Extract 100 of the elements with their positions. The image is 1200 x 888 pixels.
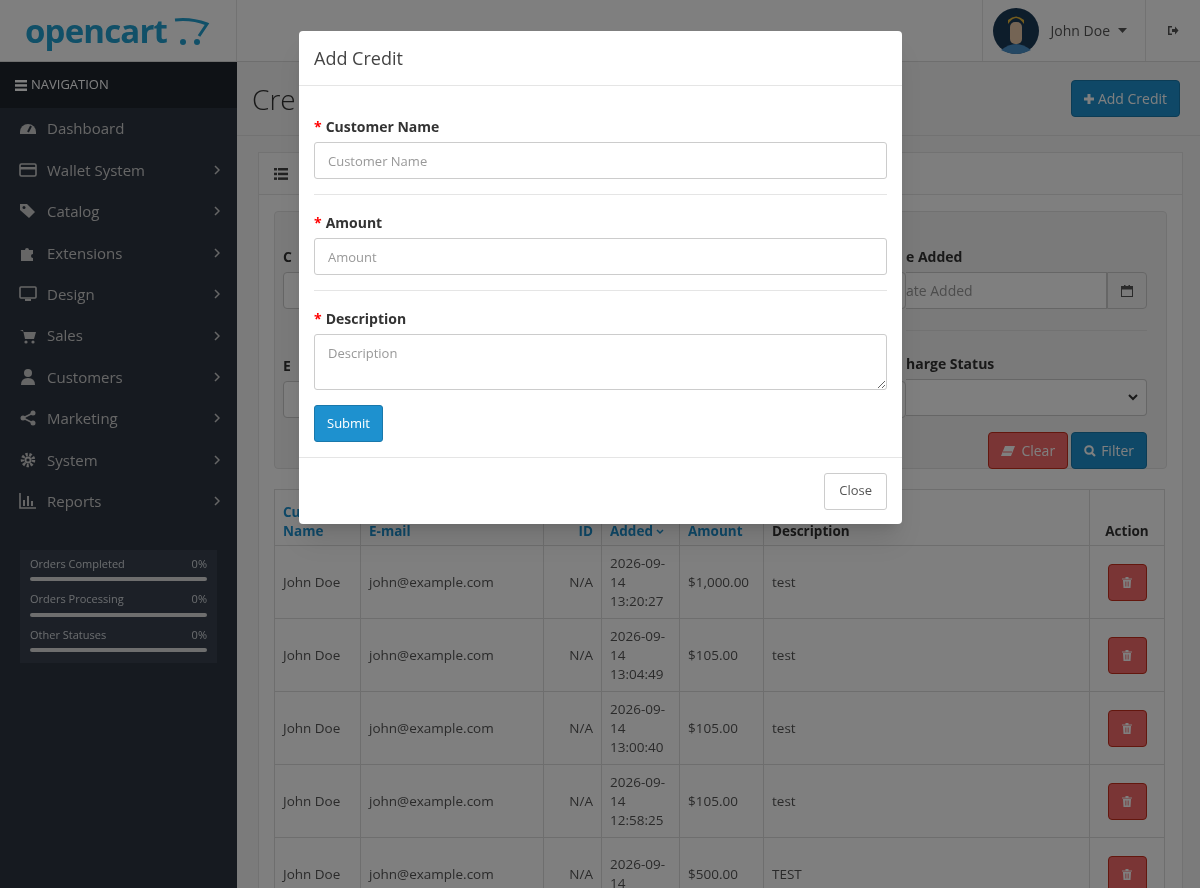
close-button[interactable]: Close: [824, 472, 887, 510]
delete-button[interactable]: [1107, 782, 1147, 820]
page-title: Cre: [252, 78, 296, 120]
bar-chart-icon: [19, 492, 37, 511]
delete-button[interactable]: [1107, 636, 1147, 674]
chevron-down-icon: [655, 528, 664, 535]
stat-value: 0%: [191, 626, 207, 644]
table-cell: test: [772, 645, 796, 664]
table-cell: john@example.com: [369, 718, 494, 737]
calendar-button[interactable]: [1107, 272, 1147, 309]
menu-icon: [15, 79, 27, 91]
sidebar-item[interactable]: Design: [0, 273, 237, 315]
filter-label: e Added: [906, 246, 963, 268]
sidebar-item[interactable]: Customers: [0, 356, 237, 398]
sidebar-item[interactable]: Extensions: [0, 232, 237, 274]
clear-button[interactable]: Clear: [988, 432, 1069, 469]
filter-button[interactable]: Filter: [1071, 432, 1147, 469]
table-cell: $105.00: [688, 791, 738, 810]
trash-icon: [1122, 868, 1132, 880]
dialog-title: Add Credit: [314, 44, 403, 72]
table-cell: TEST: [772, 864, 802, 883]
column-header: Description: [772, 522, 850, 540]
credit-card-icon: [19, 161, 37, 180]
table-cell: $105.00: [688, 645, 738, 664]
trash-icon: [1122, 649, 1132, 661]
user-icon: [19, 368, 37, 387]
trash-icon: [1122, 722, 1132, 734]
field-label: Amount: [325, 212, 383, 233]
sidebar-item[interactable]: Wallet System: [0, 149, 237, 191]
stat-label: Other Statuses: [30, 626, 107, 644]
table-cell: John Doe: [283, 864, 341, 883]
table-cell: john@example.com: [369, 864, 494, 883]
filter-label: C: [283, 246, 292, 268]
plus-icon: [1083, 93, 1094, 104]
add-credit-button[interactable]: Add Credit: [1070, 80, 1180, 117]
search-icon: [1084, 444, 1097, 457]
table-cell: john@example.com: [369, 572, 494, 591]
field-label: Description: [325, 308, 407, 329]
sidebar-item[interactable]: Marketing: [0, 397, 237, 440]
user-menu[interactable]: John Doe: [1050, 20, 1135, 41]
settings-icon: [19, 450, 37, 469]
table-cell: test: [772, 718, 796, 737]
table-cell: test: [772, 791, 796, 810]
table-cell-text: 2026-09-14 13:20:27: [610, 553, 666, 611]
table-cell: $1,000.00: [688, 572, 750, 591]
list-icon: [274, 167, 288, 180]
table-cell: N/A: [569, 718, 593, 737]
filter-label: E: [283, 355, 291, 377]
table-cell: N/A: [569, 645, 593, 664]
column-sort-link[interactable]: E-mail: [369, 522, 411, 541]
eraser-icon: [1001, 445, 1016, 456]
delete-button[interactable]: [1107, 709, 1147, 747]
share-icon: [19, 409, 37, 428]
stat-label: Orders Completed: [30, 555, 125, 573]
table-cell: test: [772, 572, 796, 591]
tag-icon: [19, 202, 37, 221]
table-cell: N/A: [569, 791, 593, 810]
sidebar-item[interactable]: System: [0, 439, 237, 481]
table-cell-text: 2026-09-14: [610, 855, 666, 888]
table-cell: John Doe: [283, 645, 341, 664]
table-cell: John Doe: [283, 718, 341, 737]
delete-button[interactable]: [1107, 563, 1147, 601]
sidebar-item[interactable]: Reports: [0, 480, 237, 522]
stat-label: Orders Processing: [30, 591, 124, 608]
sidebar-item[interactable]: Dashboard: [0, 108, 237, 150]
chevron-down-icon: [1128, 394, 1138, 401]
stat-value: 0%: [191, 591, 207, 608]
table-cell: john@example.com: [369, 645, 494, 664]
required-mark: *: [314, 212, 322, 233]
table-cell: John Doe: [283, 791, 341, 810]
monitor-icon: [19, 285, 37, 304]
description-field[interactable]: Description: [314, 334, 887, 390]
table-cell: $105.00: [688, 718, 738, 737]
calendar-icon: [1121, 284, 1133, 297]
logout-icon: [1167, 25, 1179, 36]
navigation-heading: NAVIGATION: [31, 75, 109, 95]
delete-button[interactable]: [1107, 855, 1147, 888]
avatar-icon: [992, 7, 1039, 54]
table-cell: John Doe: [283, 572, 341, 591]
required-mark: *: [314, 116, 322, 137]
table-cell: $500.00: [688, 864, 738, 883]
column-sort-link[interactable]: ID: [578, 522, 593, 541]
required-mark: *: [314, 308, 322, 329]
stat-value: 0%: [191, 555, 207, 573]
trash-icon: [1122, 795, 1132, 807]
column-header: Action: [1105, 522, 1149, 540]
table-cell: N/A: [569, 572, 593, 591]
table-cell-text: 2026-09-14 13:04:49: [610, 626, 666, 684]
table-cell: john@example.com: [369, 791, 494, 810]
filter-label: harge Status: [906, 353, 995, 375]
text-field[interactable]: Customer Name: [314, 142, 887, 179]
trash-icon: [1122, 576, 1132, 588]
sidebar-item[interactable]: Catalog: [0, 190, 237, 233]
text-field[interactable]: Amount: [314, 238, 887, 275]
table-cell-text: 2026-09-14 13:00:40: [610, 699, 666, 757]
field-label: Customer Name: [325, 116, 440, 137]
sidebar-item[interactable]: Sales: [0, 314, 237, 357]
table-cell-text: 2026-09-14 12:58:25: [610, 772, 666, 830]
table-cell: N/A: [569, 864, 593, 883]
submit-button[interactable]: Submit: [314, 405, 383, 442]
